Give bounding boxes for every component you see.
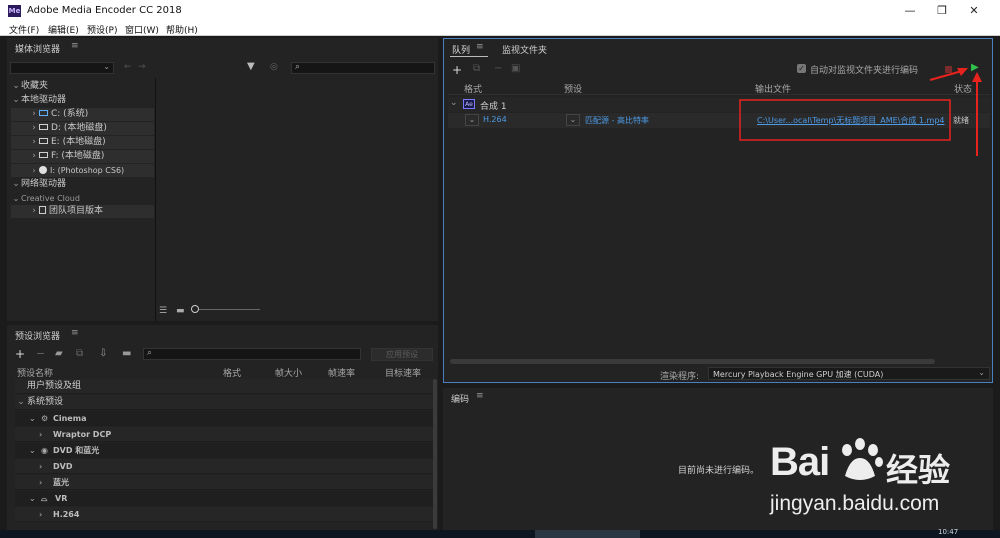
baidu-paw-icon [835,436,885,486]
annotation-arrow-head-vertical [972,72,982,82]
annotation-highlight-box [739,99,951,141]
watermark-brand-left: Bai [770,440,830,484]
watermark-url: jingyan.baidu.com [770,492,940,515]
annotation-arrow-line [929,70,963,81]
watermark-brand-right: 经验 [886,451,951,489]
